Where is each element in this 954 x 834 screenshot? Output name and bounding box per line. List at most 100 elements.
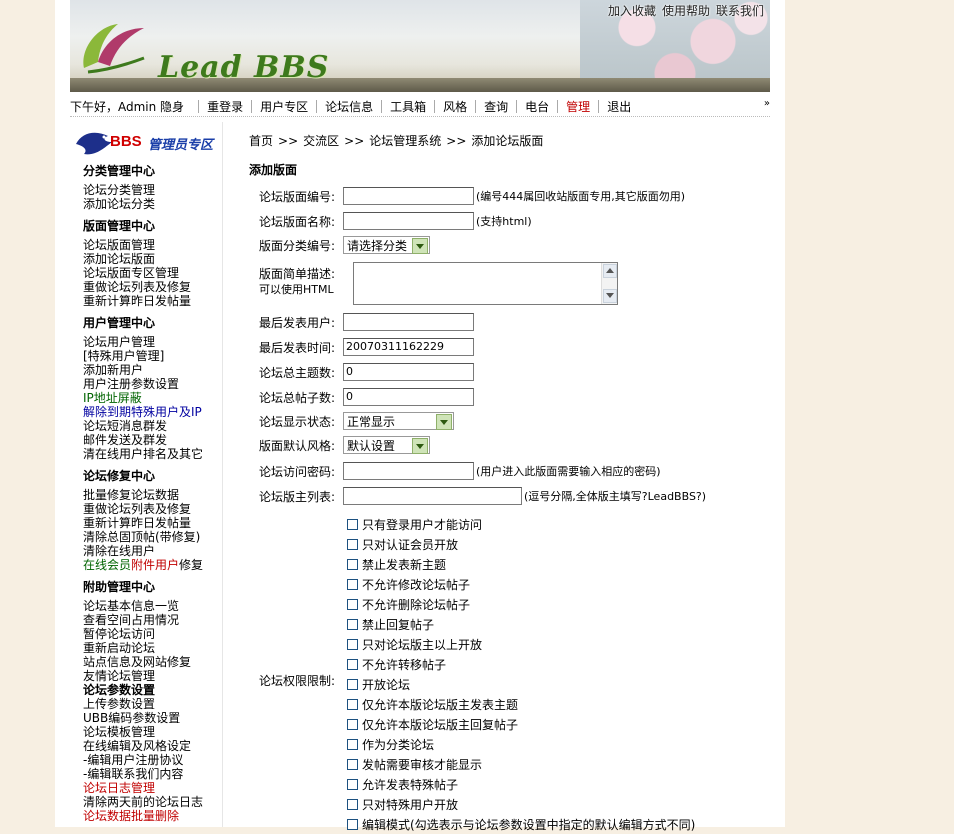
scroll-up-icon[interactable] [603, 264, 617, 278]
sidebar-link[interactable]: 批量修复论坛数据 [83, 488, 221, 502]
sidebar-link[interactable]: 用户注册参数设置 [83, 377, 221, 391]
sidebar-link[interactable]: 论坛数据批量删除 [83, 809, 221, 823]
sidebar-link[interactable]: 清除总固顶帖(带修复) [83, 530, 221, 544]
sidebar-link[interactable]: 上传参数设置 [83, 697, 221, 711]
sidebar-link[interactable]: 清在线用户排名及其它 [83, 447, 221, 461]
checkbox[interactable] [347, 538, 358, 550]
sidebar-link[interactable]: 重做论坛列表及修复 [83, 280, 221, 294]
sidebar-link[interactable]: 重新计算昨日发帖量 [83, 516, 221, 530]
checkbox[interactable] [347, 738, 358, 750]
logo-zone-text: 管理员专区 [148, 138, 214, 153]
sidebar-link[interactable]: 添加论坛分类 [83, 197, 221, 211]
sidebar-link[interactable]: 重新计算昨日发帖量 [83, 294, 221, 308]
sidebar-link[interactable]: 论坛版面专区管理 [83, 266, 221, 280]
description-textarea[interactable] [353, 262, 618, 305]
breadcrumb-home[interactable]: 首页 [249, 134, 273, 148]
checkbox[interactable] [347, 578, 358, 590]
sidebar-link[interactable]: 论坛基本信息一览 [83, 599, 221, 613]
board-id-input[interactable] [343, 187, 474, 205]
nav-search[interactable]: 查询 [484, 98, 508, 115]
nav-style[interactable]: 风格 [443, 98, 467, 115]
breadcrumb-exchange[interactable]: 交流区 [303, 134, 339, 148]
permissions-checklist: 只有登录用户才能访问 只对认证会员开放 禁止发表新主题 不允许修改论坛帖子 不允… [347, 514, 695, 834]
sidebar-link[interactable]: 论坛短消息群发 [83, 419, 221, 433]
sidebar-link[interactable]: 添加论坛版面 [83, 252, 221, 266]
sidebar-link[interactable]: 友情论坛管理 [83, 669, 221, 683]
checkbox[interactable] [347, 798, 358, 810]
sidebar-link[interactable]: 论坛版面管理 [83, 238, 221, 252]
checkbox[interactable] [347, 558, 358, 570]
checkbox[interactable] [347, 818, 358, 830]
permission-label: 不允许修改论坛帖子 [362, 577, 471, 592]
checkbox[interactable] [347, 778, 358, 790]
nav-user-zone[interactable]: 用户专区 [260, 98, 308, 115]
sidebar-link[interactable]: [特殊用户管理] [83, 349, 221, 363]
sidebar-link[interactable]: 论坛日志管理 [83, 781, 221, 795]
sidebar-link[interactable]: 清除两天前的论坛日志 [83, 795, 221, 809]
sidebar-link[interactable]: 解除到期特殊用户及IP [83, 405, 221, 419]
sidebar-link[interactable]: 在线编辑及风格设定 [83, 739, 221, 753]
password-input[interactable] [343, 462, 474, 480]
category-select-value: 请选择分类 [347, 239, 408, 253]
sidebar-link[interactable]: 邮件发送及群发 [83, 433, 221, 447]
permission-label: 仅允许本版论坛版主回复帖子 [362, 717, 519, 732]
masters-input[interactable] [343, 487, 522, 505]
sidebar-link[interactable]: UBB编码参数设置 [83, 711, 221, 725]
sidebar-link[interactable]: -编辑用户注册协议 [83, 753, 221, 767]
breadcrumb-admin-system[interactable]: 论坛管理系统 [369, 134, 441, 148]
sidebar-link[interactable]: IP地址屏蔽 [83, 391, 221, 405]
sidebar-link[interactable]: 查看空间占用情况 [83, 613, 221, 627]
contact-link[interactable]: 联系我们 [716, 4, 764, 18]
topic-count-input[interactable]: 0 [343, 363, 474, 381]
nav-relogin[interactable]: 重登录 [207, 98, 243, 115]
checkbox[interactable] [347, 758, 358, 770]
nav-admin[interactable]: 管理 [566, 98, 590, 115]
checkbox[interactable] [347, 678, 358, 690]
last-user-label: 最后发表用户: [259, 315, 336, 330]
sidebar-link[interactable]: 站点信息及网站修复 [83, 655, 221, 669]
checkbox[interactable] [347, 658, 358, 670]
checkbox[interactable] [347, 698, 358, 710]
checkbox[interactable] [347, 598, 358, 610]
permission-label: 发帖需要审核才能显示 [362, 757, 483, 772]
sidebar-link[interactable]: 重做论坛列表及修复 [83, 502, 221, 516]
nav-forum-info[interactable]: 论坛信息 [325, 98, 373, 115]
sidebar-link[interactable]: 论坛用户管理 [83, 335, 221, 349]
sidebar-link[interactable]: -编辑联系我们内容 [83, 767, 221, 781]
sidebar-link-online-repair[interactable]: 在线会员附件用户修复 [83, 558, 221, 572]
sidebar-groups: 分类管理中心 论坛分类管理 添加论坛分类 版面管理中心 论坛版面管理 添加论坛版… [83, 164, 221, 823]
board-name-input[interactable] [343, 212, 474, 230]
bookmark-link[interactable]: 加入收藏 [608, 4, 656, 18]
nav-toolbox[interactable]: 工具箱 [390, 98, 426, 115]
last-time-input[interactable]: 20070311162229 [343, 338, 474, 356]
permission-label: 允许发表特殊帖子 [362, 777, 459, 792]
display-state-select[interactable]: 正常显示 [343, 412, 454, 430]
nav-radio[interactable]: 电台 [525, 98, 549, 115]
logo-text[interactable]: Lead BBS [158, 50, 329, 85]
sidebar-link[interactable]: 添加新用户 [83, 363, 221, 377]
permission-label: 作为分类论坛 [362, 737, 435, 752]
category-select[interactable]: 请选择分类 [343, 236, 430, 254]
textarea-scrollbar[interactable] [601, 263, 617, 304]
scroll-down-icon[interactable] [603, 289, 617, 303]
board-id-hint: (编号444属回收站版面专用,其它版面勿用) [476, 190, 686, 203]
sidebar-link[interactable]: 论坛分类管理 [83, 183, 221, 197]
post-count-input[interactable]: 0 [343, 388, 474, 406]
sidebar-link[interactable]: 暂停论坛访问 [83, 627, 221, 641]
last-user-input[interactable] [343, 313, 474, 331]
nav-more-icon[interactable]: » [764, 98, 770, 109]
nav-logout[interactable]: 退出 [607, 98, 631, 115]
checkbox[interactable] [347, 718, 358, 730]
sidebar-link[interactable]: 清除在线用户 [83, 544, 221, 558]
sidebar-link[interactable]: 重新启动论坛 [83, 641, 221, 655]
checkbox[interactable] [347, 618, 358, 630]
nav-separator [516, 99, 518, 113]
help-link[interactable]: 使用帮助 [662, 4, 710, 18]
checkbox[interactable] [347, 638, 358, 650]
top-links: 加入收藏 使用帮助 联系我们 [602, 2, 764, 19]
sidebar-link[interactable]: 论坛参数设置 [83, 683, 221, 697]
board-name-label: 论坛版面名称: [259, 214, 336, 229]
sidebar-link[interactable]: 论坛模板管理 [83, 725, 221, 739]
checkbox[interactable] [347, 518, 358, 530]
default-style-select[interactable]: 默认设置 [343, 436, 430, 454]
